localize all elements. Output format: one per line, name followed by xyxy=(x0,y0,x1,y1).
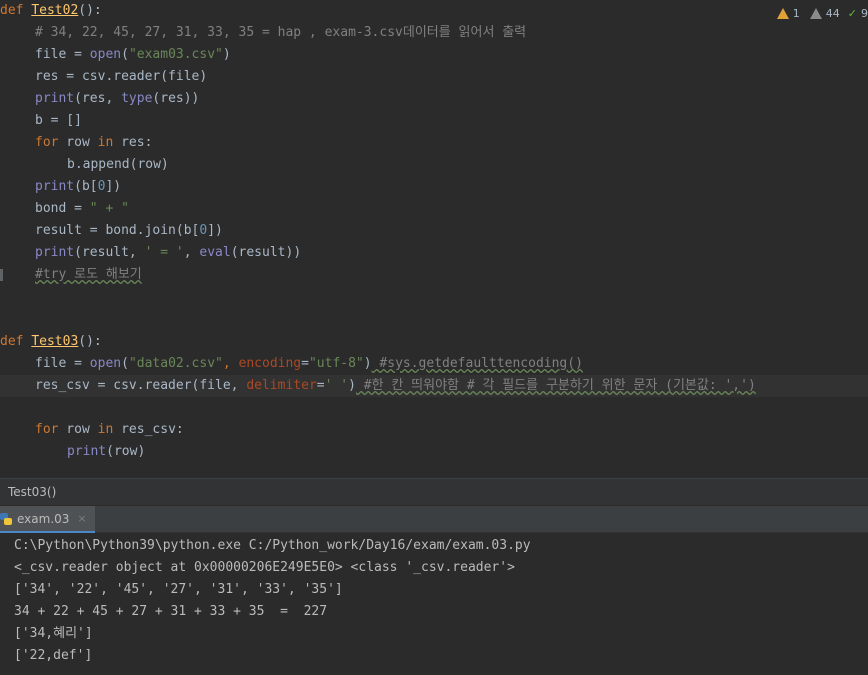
close-icon[interactable]: × xyxy=(77,512,86,525)
code-text: res_csv: xyxy=(113,422,184,437)
code-line[interactable]: for row in res: xyxy=(35,132,868,154)
builtin: type xyxy=(121,91,153,106)
code-line[interactable]: print(row) xyxy=(67,441,868,463)
code-line-current[interactable]: res_csv = csv.reader(file, delimiter=' '… xyxy=(0,375,868,397)
builtin: print xyxy=(35,91,75,106)
code-text: (b[ xyxy=(74,179,98,194)
code-text: ( xyxy=(121,47,129,62)
builtin: print xyxy=(35,179,75,194)
code-line[interactable]: bond = " + " xyxy=(35,198,868,220)
code-line[interactable]: print(b[0]) xyxy=(35,176,868,198)
keyword: in xyxy=(97,135,114,150)
string-literal: "data02.csv" xyxy=(128,356,223,371)
comment: #try 로도 해보기 xyxy=(35,267,142,282)
python-icon xyxy=(0,512,12,525)
console-line: <_csv.reader object at 0x00000206E249E5E… xyxy=(14,560,515,575)
code-text: (result)) xyxy=(230,245,302,260)
comment: #sys.getdefaulttencoding() xyxy=(371,356,583,371)
code-text: res = csv.reader(file) xyxy=(35,69,208,84)
run-tab-exam03[interactable]: exam.03 × xyxy=(0,506,95,533)
string-literal: "exam03.csv" xyxy=(128,47,223,62)
comment: #한 칸 띄워야함 # 각 필드를 구분하기 위한 문자 (기본값: ',') xyxy=(355,378,756,393)
fold-marker[interactable] xyxy=(0,269,3,281)
code-text: ( xyxy=(121,356,129,371)
code-editor[interactable]: 1 44 ✓ 9 def Test02(): # 34, 22, 45, 27,… xyxy=(0,0,868,478)
keyword: for xyxy=(35,135,59,150)
builtin: open xyxy=(89,356,122,371)
keyword-argument: delimiter xyxy=(246,378,317,393)
code-text: (result, xyxy=(74,245,145,260)
string-literal: " + " xyxy=(89,201,129,216)
code-line[interactable]: def Test03(): xyxy=(0,331,868,353)
code-line[interactable]: file = open("data02.csv", encoding="utf-… xyxy=(35,353,868,375)
code-text: b.append(row) xyxy=(67,157,169,172)
breadcrumb-item[interactable]: Test03() xyxy=(8,485,56,499)
code-text: = xyxy=(316,378,325,393)
code-text: (res)) xyxy=(152,91,200,106)
code-text: ) xyxy=(348,378,356,393)
run-tool-window-tabs: exam.03 × xyxy=(0,505,868,533)
function-name: Test02 xyxy=(31,3,79,18)
string-literal: "utf-8" xyxy=(308,356,364,371)
code-text: , xyxy=(222,356,239,371)
code-text: result = bond.join(b[ xyxy=(35,223,200,238)
keyword: def xyxy=(0,3,24,18)
code-text: row xyxy=(58,422,98,437)
builtin: print xyxy=(35,245,75,260)
code-text: , xyxy=(183,245,200,260)
console-line: ['34', '22', '45', '27', '31', '33', '35… xyxy=(14,582,343,597)
keyword: def xyxy=(0,334,24,349)
code-text: (): xyxy=(78,334,102,349)
keyword: for xyxy=(35,422,59,437)
code-line[interactable]: b.append(row) xyxy=(67,154,868,176)
code-text: (res, xyxy=(74,91,122,106)
code-text: b = [] xyxy=(35,113,82,128)
code-line[interactable]: res = csv.reader(file) xyxy=(35,66,868,88)
code-line[interactable]: # 34, 22, 45, 27, 31, 33, 35 = hap , exa… xyxy=(35,22,868,44)
code-text: (row) xyxy=(106,444,146,459)
console-line: ['34,혜리'] xyxy=(14,626,93,641)
code-text: = xyxy=(301,356,309,371)
run-console[interactable]: C:\Python\Python39\python.exe C:/Python_… xyxy=(0,533,868,675)
code-text: ]) xyxy=(207,223,223,238)
code-line[interactable]: print(result, ' = ', eval(result)) xyxy=(35,242,868,264)
run-tab-label: exam.03 xyxy=(17,511,70,526)
code-text: ) xyxy=(222,47,231,62)
console-line: 34 + 22 + 45 + 27 + 31 + 33 + 35 = 227 xyxy=(14,604,328,619)
string-literal: ' ' xyxy=(324,378,349,393)
code-line[interactable]: def Test02(): xyxy=(0,0,868,22)
function-name: Test03 xyxy=(31,334,79,349)
comment: # 34, 22, 45, 27, 31, 33, 35 = hap , exa… xyxy=(35,25,527,40)
builtin: open xyxy=(89,47,122,62)
console-line: C:\Python\Python39\python.exe C:/Python_… xyxy=(14,538,531,553)
code-line[interactable]: b = [] xyxy=(35,110,868,132)
code-line[interactable]: file = open("exam03.csv") xyxy=(35,44,868,66)
keyword-argument: encoding xyxy=(238,356,302,371)
code-line[interactable]: #try 로도 해보기 xyxy=(35,264,868,286)
keyword: in xyxy=(97,422,114,437)
code-line[interactable]: print(res, type(res)) xyxy=(35,88,868,110)
code-text: row xyxy=(58,135,98,150)
code-text: file = xyxy=(35,356,90,371)
builtin: eval xyxy=(199,245,231,260)
string-literal: ' = ' xyxy=(144,245,184,260)
code-text: (): xyxy=(78,3,102,18)
code-text: res: xyxy=(113,135,153,150)
code-text: bond = xyxy=(35,201,90,216)
breadcrumb[interactable]: Test03() xyxy=(0,478,868,505)
code-text: ]) xyxy=(105,179,122,194)
code-text: res_csv = csv.reader(file, xyxy=(35,378,247,393)
code-text: ) xyxy=(363,356,372,371)
code-text: file = xyxy=(35,47,90,62)
code-line[interactable]: result = bond.join(b[0]) xyxy=(35,220,868,242)
builtin: print xyxy=(67,444,107,459)
code-line[interactable]: for row in res_csv: xyxy=(35,419,868,441)
console-line: ['22,def'] xyxy=(14,648,93,663)
